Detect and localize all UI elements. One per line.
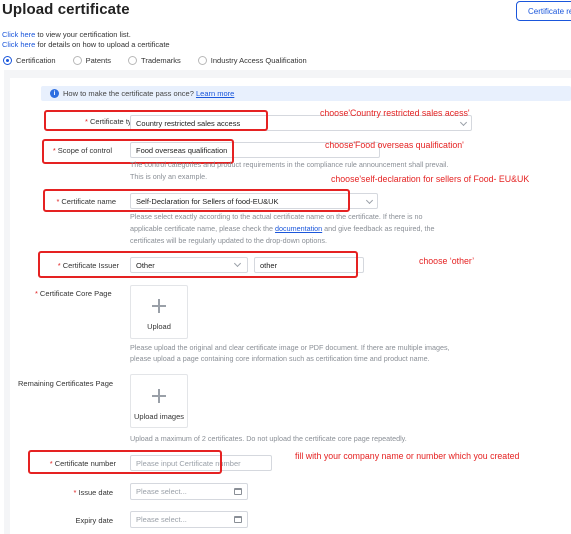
info-icon: i [50, 89, 59, 98]
documentation-link[interactable]: documentation [275, 224, 322, 233]
remaining-pages-label: Remaining Certificates Page [18, 379, 114, 388]
expiry-date-picker[interactable]: Please select... [130, 511, 248, 528]
radio-trademarks[interactable]: Trademarks [128, 55, 181, 65]
radio-empty-icon [197, 55, 207, 65]
calendar-icon [234, 516, 242, 523]
radio-empty-icon [72, 55, 82, 65]
certificate-records-button[interactable]: Certificate re [516, 1, 571, 21]
issue-date-picker[interactable]: Please select... [130, 483, 248, 500]
core-page-upload[interactable]: Upload [130, 285, 188, 339]
view-list-line: Click here to view your certification li… [2, 30, 131, 39]
upload-label: Upload [147, 322, 171, 331]
view-list-text: to view your certification list. [35, 30, 131, 39]
name-help-2: applicable certificate name, please chec… [130, 224, 435, 233]
annotation-scope: choose'Food overseas qualification' [325, 140, 464, 150]
learn-more-link[interactable]: Learn more [196, 89, 234, 98]
annotation-box-issuer [38, 251, 358, 278]
annotation-type: choose'Country restricted sales acess' [320, 108, 470, 118]
radio-label: Patents [85, 55, 112, 65]
annotation-number: fill with your company name or number wh… [295, 451, 520, 461]
scope-help-1: The control categories and product requi… [130, 160, 449, 169]
radio-certification[interactable]: Certification [3, 55, 56, 65]
radio-selected-icon [3, 55, 12, 65]
radio-empty-icon [128, 55, 138, 65]
annotation-box-name [43, 189, 350, 212]
calendar-icon [234, 488, 242, 495]
annotation-box-type [44, 110, 268, 131]
core-help-2: please upload a page containing core inf… [130, 354, 430, 363]
view-list-link[interactable]: Click here [2, 30, 35, 39]
issue-date-label: * Issue date [73, 488, 113, 497]
scope-help-2: This is only an example. [130, 172, 208, 181]
certificate-category-radios: Certification Patents Trademarks Industr… [3, 54, 324, 66]
info-banner: How to make the certificate pass once? L… [41, 86, 571, 101]
annotation-issuer: choose ‘other’ [419, 256, 475, 266]
expiry-date-label: Expiry date [75, 516, 113, 525]
info-text: How to make the certificate pass once? [63, 89, 196, 98]
core-help-1: Please upload the original and clear cer… [130, 343, 450, 352]
name-help-3: certificates will be regularly updated t… [130, 236, 327, 245]
plus-icon [152, 299, 166, 313]
annotation-box-number [28, 450, 222, 474]
radio-label: Certification [16, 55, 56, 65]
remaining-help: Upload a maximum of 2 certificates. Do n… [130, 434, 407, 443]
upload-help-text: for details on how to upload a certifica… [35, 40, 170, 49]
radio-label: Trademarks [141, 55, 181, 65]
annotation-name: choose'self-declaration for sellers of F… [331, 174, 530, 184]
upload-help-line: Click here for details on how to upload … [2, 40, 170, 49]
upload-images-label: Upload images [133, 412, 185, 421]
upload-help-link[interactable]: Click here [2, 40, 35, 49]
name-help-1: Please select exactly according to the a… [130, 212, 423, 221]
plus-icon [152, 389, 166, 403]
radio-patents[interactable]: Patents [72, 55, 112, 65]
remaining-pages-upload[interactable]: Upload images [130, 374, 188, 428]
core-page-label: * Certificate Core Page [35, 289, 112, 298]
page-title: Upload certificate [2, 1, 130, 18]
radio-label: Industry Access Qualification [210, 55, 307, 65]
radio-industry-access[interactable]: Industry Access Qualification [197, 55, 307, 65]
